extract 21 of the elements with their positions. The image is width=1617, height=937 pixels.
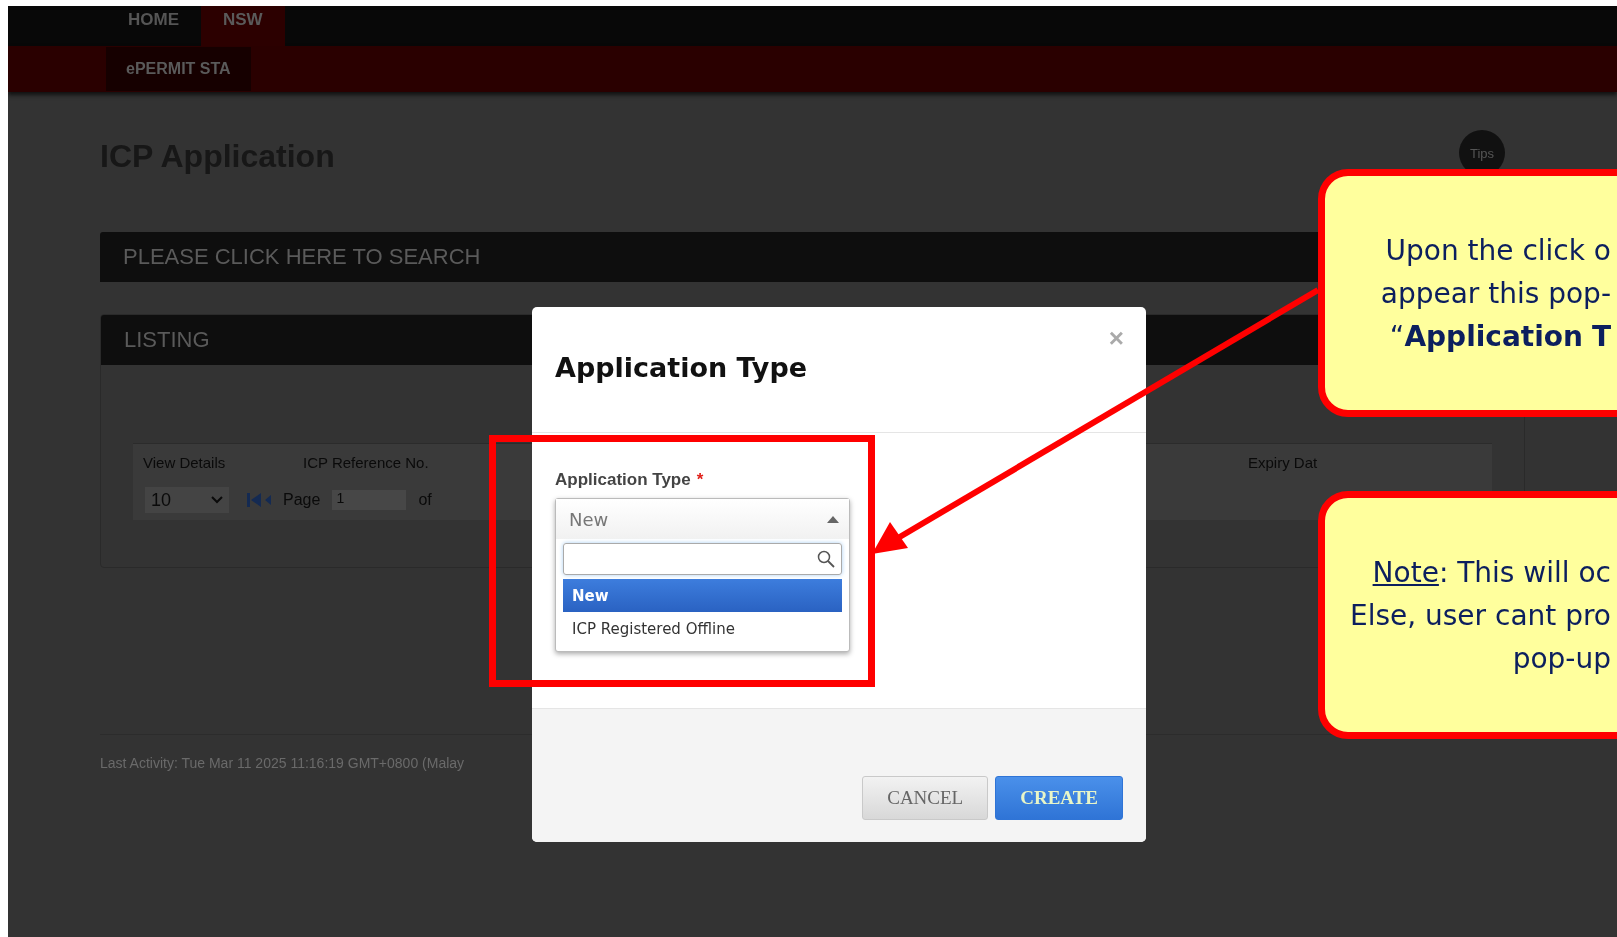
caret-up-icon (827, 515, 839, 523)
nav-tab[interactable]: HOME (106, 6, 201, 46)
sub-nav-tab[interactable]: ePERMIT STA (106, 47, 251, 91)
dropdown-value: New (569, 508, 609, 530)
field-label: Application Type (555, 470, 691, 490)
page-size-select[interactable]: 10 (145, 487, 229, 513)
callout-text: Note: This will oc (1372, 554, 1611, 591)
required-marker: * (696, 470, 704, 490)
search-icon (817, 550, 835, 568)
close-button[interactable]: × (1108, 323, 1124, 354)
create-button[interactable]: CREATE (995, 776, 1123, 820)
callout-text: Else, user cant pro (1349, 597, 1611, 634)
nav-tab[interactable]: NSW (201, 6, 285, 46)
cancel-button[interactable]: CANCEL (862, 776, 989, 820)
dropdown-search-field[interactable] (563, 543, 842, 575)
callout-text: pop-up (1512, 640, 1611, 677)
page-input[interactable]: 1 (332, 490, 407, 510)
application-type-dropdown[interactable]: New New ICP Registered Offline (555, 498, 850, 652)
dropdown-option[interactable]: New (563, 579, 842, 612)
dropdown-option[interactable]: ICP Registered Offline (563, 612, 842, 645)
chevron-icon (211, 496, 223, 504)
